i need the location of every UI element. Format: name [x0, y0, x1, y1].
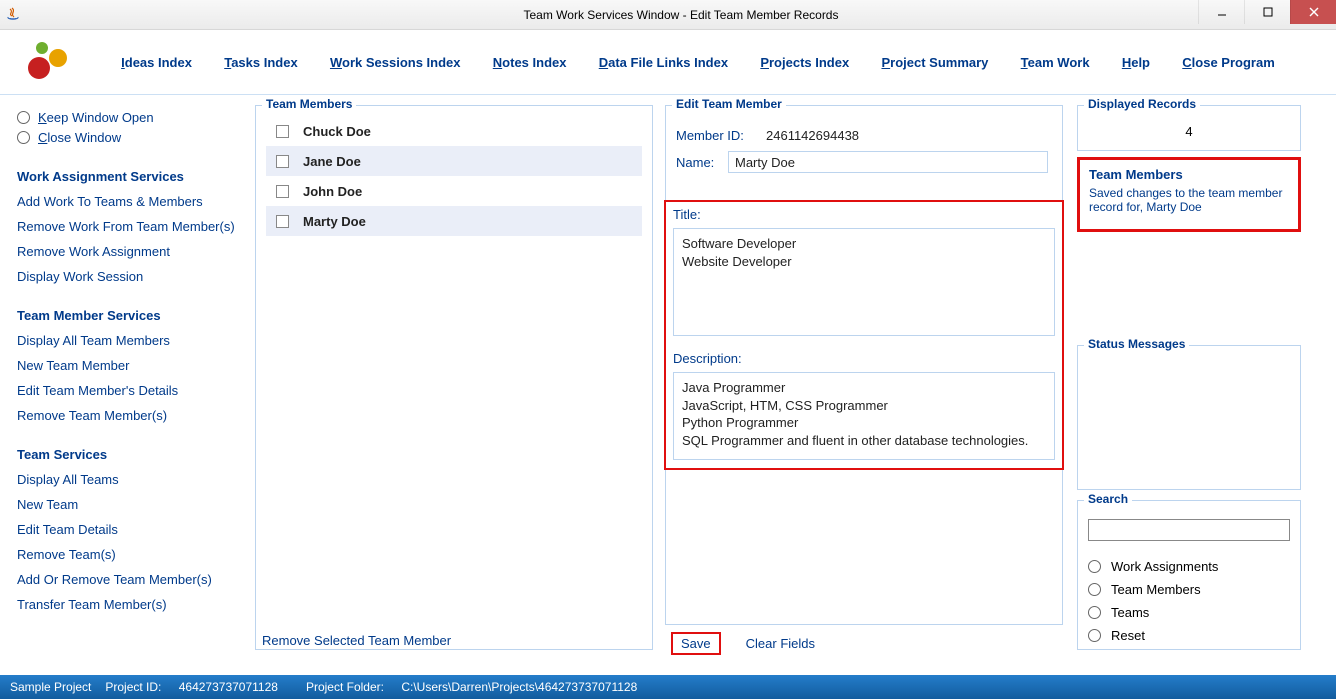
- window-title: Team Work Services Window - Edit Team Me…: [26, 8, 1336, 22]
- status-project-folder: Project Folder: C:\Users\Darren\Projects…: [306, 680, 651, 694]
- displayed-records-panel: Displayed Records 4: [1077, 105, 1301, 151]
- link-remove-work-assign[interactable]: Remove Work Assignment: [17, 244, 247, 259]
- list-item[interactable]: Marty Doe: [266, 206, 642, 236]
- radio-close-window[interactable]: Close Window: [17, 130, 247, 145]
- menu-projects[interactable]: Projects Index: [760, 55, 849, 70]
- checkbox-icon[interactable]: [276, 125, 289, 138]
- radio-search-teams[interactable]: Teams: [1088, 605, 1290, 620]
- link-all-teams[interactable]: Display All Teams: [17, 472, 247, 487]
- search-panel: Search Work Assignments Team Members Tea…: [1077, 500, 1301, 650]
- menu-team-work[interactable]: Team Work: [1021, 55, 1090, 70]
- menu-notes[interactable]: Notes Index: [493, 55, 567, 70]
- list-item[interactable]: Jane Doe: [266, 146, 642, 176]
- description-textarea[interactable]: Java Programmer JavaScript, HTM, CSS Pro…: [682, 379, 1046, 449]
- team-members-msg-body: Saved changes to the team member record …: [1089, 186, 1289, 214]
- menu-tasks[interactable]: Tasks Index: [224, 55, 297, 70]
- radio-search-team-members[interactable]: Team Members: [1088, 582, 1290, 597]
- app-logo: [10, 30, 85, 95]
- section-team-svc: Team Services: [17, 447, 247, 462]
- checkbox-icon[interactable]: [276, 185, 289, 198]
- java-icon: [0, 0, 26, 30]
- left-sidebar: Keep Window Open Close Window Work Assig…: [17, 105, 247, 622]
- radio-search-reset[interactable]: Reset: [1088, 628, 1290, 643]
- statusbar: Sample Project Project ID: 4642737370711…: [0, 675, 1336, 699]
- maximize-button[interactable]: [1244, 0, 1290, 24]
- clear-fields-button[interactable]: Clear Fields: [746, 636, 815, 651]
- checkbox-icon[interactable]: [276, 215, 289, 228]
- link-remove-team[interactable]: Remove Team(s): [17, 547, 247, 562]
- radio-keep-open[interactable]: Keep Window Open: [17, 110, 247, 125]
- team-members-panel-label: Team Members: [262, 97, 356, 111]
- radio-search-work-assign[interactable]: Work Assignments: [1088, 559, 1290, 574]
- link-add-work[interactable]: Add Work To Teams & Members: [17, 194, 247, 209]
- save-button[interactable]: Save: [671, 632, 721, 655]
- window-titlebar: Team Work Services Window - Edit Team Me…: [0, 0, 1336, 30]
- edit-member-panel-label: Edit Team Member: [672, 97, 786, 111]
- team-members-message-panel: Team Members Saved changes to the team m…: [1077, 157, 1301, 232]
- list-item[interactable]: John Doe: [266, 176, 642, 206]
- status-messages-label: Status Messages: [1084, 337, 1189, 351]
- menu-help[interactable]: Help: [1122, 55, 1150, 70]
- status-project: Sample Project: [10, 680, 91, 694]
- menu-data-links[interactable]: Data File Links Index: [599, 55, 728, 70]
- section-work-assign: Work Assignment Services: [17, 169, 247, 184]
- title-textarea[interactable]: Software Developer Website Developer: [682, 235, 1046, 270]
- link-edit-member[interactable]: Edit Team Member's Details: [17, 383, 247, 398]
- team-members-panel: Team Members Chuck Doe Jane Doe John Doe…: [255, 105, 653, 650]
- name-input[interactable]: [728, 151, 1048, 173]
- menu-summary[interactable]: Project Summary: [881, 55, 988, 70]
- search-input[interactable]: [1088, 519, 1290, 541]
- link-add-remove-member[interactable]: Add Or Remove Team Member(s): [17, 572, 247, 587]
- checkbox-icon[interactable]: [276, 155, 289, 168]
- menu-ideas[interactable]: Ideas Index: [121, 55, 192, 70]
- link-new-team[interactable]: New Team: [17, 497, 247, 512]
- menubar: Ideas Index Tasks Index Work Sessions In…: [0, 30, 1336, 95]
- list-item[interactable]: Chuck Doe: [266, 116, 642, 146]
- status-project-id: Project ID: 464273737071128: [105, 680, 292, 694]
- member-id-label: Member ID:: [676, 128, 766, 143]
- remove-selected-link[interactable]: Remove Selected Team Member: [262, 633, 451, 648]
- section-team-member-svc: Team Member Services: [17, 308, 247, 323]
- name-label: Name:: [676, 155, 728, 170]
- member-id-value: 2461142694438: [766, 128, 859, 143]
- menu-close-program[interactable]: Close Program: [1182, 55, 1274, 70]
- team-members-msg-title: Team Members: [1089, 167, 1289, 182]
- link-display-work-session[interactable]: Display Work Session: [17, 269, 247, 284]
- link-transfer-member[interactable]: Transfer Team Member(s): [17, 597, 247, 612]
- menu-work-sessions[interactable]: Work Sessions Index: [330, 55, 461, 70]
- link-all-members[interactable]: Display All Team Members: [17, 333, 247, 348]
- link-remove-member[interactable]: Remove Team Member(s): [17, 408, 247, 423]
- link-remove-work-member[interactable]: Remove Work From Team Member(s): [17, 219, 247, 234]
- title-label: Title:: [673, 207, 1055, 222]
- status-messages-panel: Status Messages: [1077, 345, 1301, 490]
- minimize-button[interactable]: [1198, 0, 1244, 24]
- close-button[interactable]: [1290, 0, 1336, 24]
- description-label: Description:: [673, 351, 1055, 366]
- link-edit-team[interactable]: Edit Team Details: [17, 522, 247, 537]
- displayed-records-value: 4: [1088, 124, 1290, 139]
- link-new-member[interactable]: New Team Member: [17, 358, 247, 373]
- displayed-records-label: Displayed Records: [1084, 97, 1200, 111]
- search-panel-label: Search: [1084, 492, 1132, 506]
